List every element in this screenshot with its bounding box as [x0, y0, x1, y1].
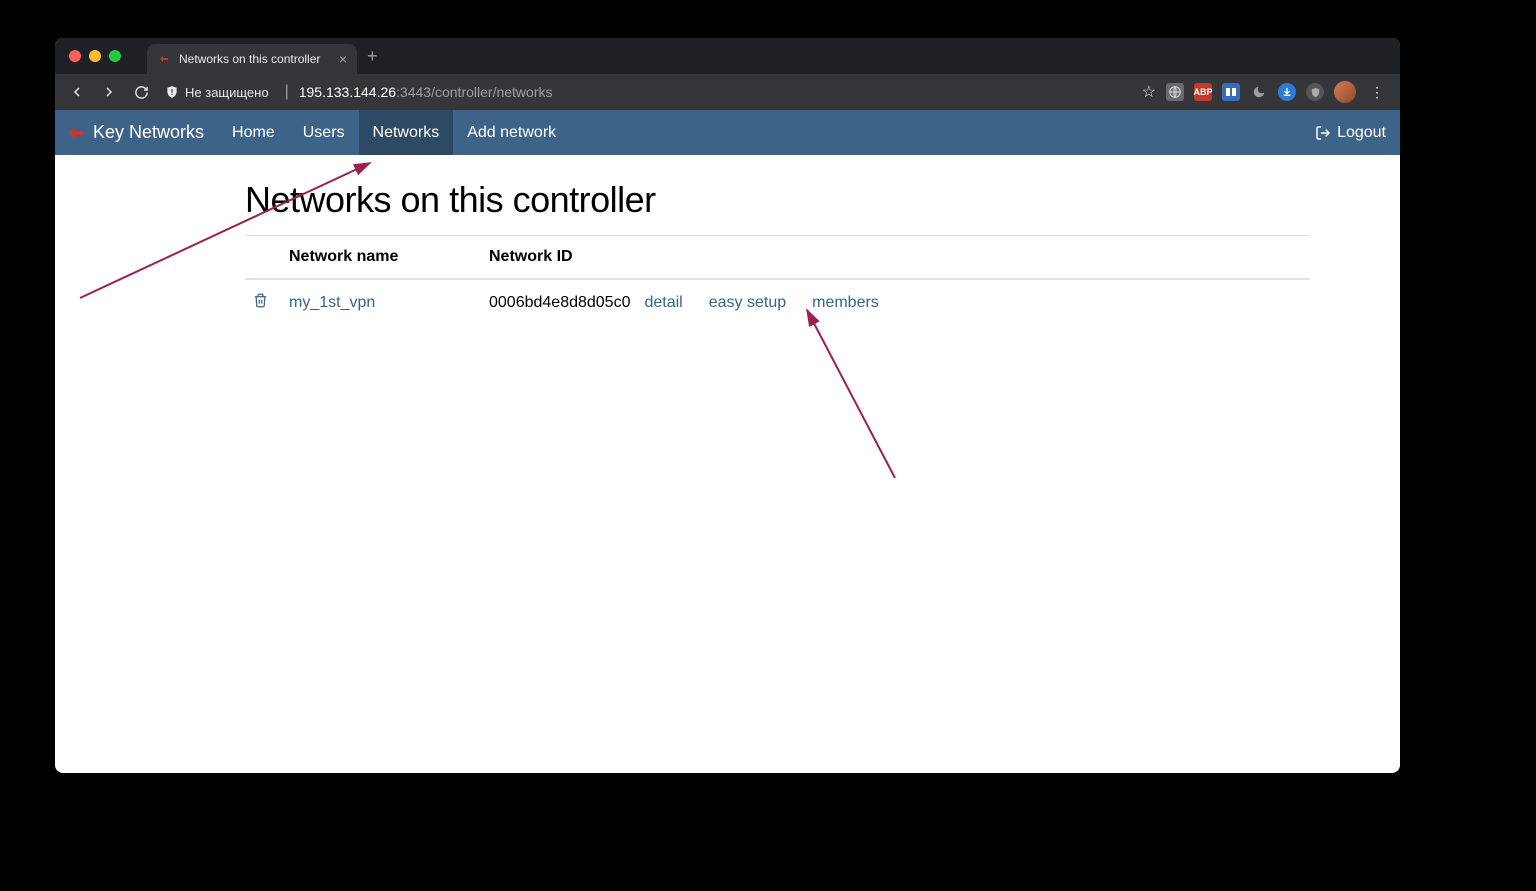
page-title: Networks on this controller	[245, 179, 1310, 221]
window-maximize-button[interactable]	[109, 50, 121, 62]
globe-extension-icon[interactable]	[1166, 83, 1184, 101]
browser-tab[interactable]: Networks on this controller ×	[147, 44, 357, 74]
url-host: 195.133.144.26	[299, 84, 396, 100]
window-close-button[interactable]	[69, 50, 81, 62]
network-name-link[interactable]: my_1st_vpn	[289, 294, 375, 311]
download-extension-icon[interactable]	[1278, 83, 1296, 101]
window-minimize-button[interactable]	[89, 50, 101, 62]
browser-window: Networks on this controller × + Не защищ…	[55, 38, 1400, 773]
url-input[interactable]: 195.133.144.26:3443/controller/networks	[299, 84, 1138, 100]
network-id: 0006bd4e8d8d05c0	[489, 294, 630, 312]
brand[interactable]: Key Networks	[55, 110, 218, 155]
translate-extension-icon[interactable]	[1222, 83, 1240, 101]
logout-label: Logout	[1337, 124, 1386, 142]
forward-button[interactable]	[95, 78, 123, 106]
brand-icon	[67, 124, 85, 142]
nav-item-users[interactable]: Users	[289, 110, 359, 155]
tab-close-button[interactable]: ×	[339, 51, 347, 67]
table-row: my_1st_vpn 0006bd4e8d8d05c0 detail easy …	[245, 279, 1310, 326]
column-header-id: Network ID	[481, 236, 1310, 280]
adblock-extension-icon[interactable]: ABP	[1194, 83, 1212, 101]
moon-extension-icon[interactable]	[1250, 83, 1268, 101]
page-content: Networks on this controller Network name…	[55, 155, 1400, 326]
bookmark-star-icon[interactable]: ☆	[1142, 82, 1156, 102]
nav-item-add-network[interactable]: Add network	[453, 110, 570, 155]
action-members-link[interactable]: members	[812, 294, 879, 312]
back-button[interactable]	[63, 78, 91, 106]
logout-button[interactable]: Logout	[1301, 110, 1400, 155]
reload-button[interactable]	[127, 78, 155, 106]
nav-item-home[interactable]: Home	[218, 110, 289, 155]
url-separator: |	[285, 83, 289, 101]
action-easy-setup-link[interactable]: easy setup	[709, 294, 786, 312]
url-path: :3443/controller/networks	[396, 84, 552, 100]
tab-bar: Networks on this controller × +	[55, 38, 1400, 74]
action-detail-link[interactable]: detail	[644, 294, 682, 312]
profile-avatar[interactable]	[1334, 81, 1356, 103]
browser-menu-button[interactable]: ⋮	[1366, 84, 1388, 101]
brand-label: Key Networks	[93, 122, 204, 143]
tab-title: Networks on this controller	[179, 52, 320, 66]
networks-table: Network name Network ID my_1st_vpn	[245, 235, 1310, 326]
traffic-lights	[65, 50, 129, 62]
delete-network-button[interactable]	[253, 296, 268, 313]
nav-item-networks[interactable]: Networks	[359, 110, 454, 155]
new-tab-button[interactable]: +	[367, 46, 378, 67]
url-bar: Не защищено | 195.133.144.26:3443/contro…	[55, 74, 1400, 110]
tab-favicon	[157, 52, 171, 66]
column-header-name: Network name	[281, 236, 481, 280]
security-label: Не защищено	[185, 85, 269, 100]
shield-extension-icon[interactable]	[1306, 83, 1324, 101]
security-indicator[interactable]: Не защищено	[159, 85, 275, 100]
app-navbar: Key Networks Home Users Networks Add net…	[55, 110, 1400, 155]
extension-icons: ☆ ABP ⋮	[1142, 81, 1392, 103]
